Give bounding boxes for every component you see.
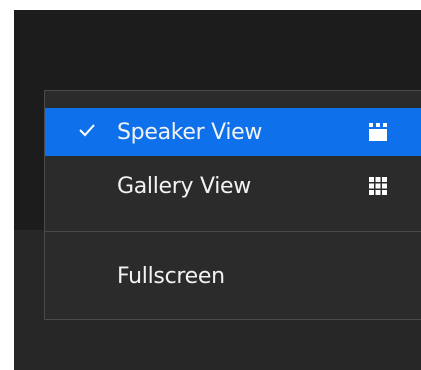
menu-item-label: Fullscreen — [117, 263, 225, 289]
menu-item-gallery-view[interactable]: Gallery View — [45, 165, 421, 207]
menu-item-label: Gallery View — [117, 173, 251, 199]
menu-item-fullscreen[interactable]: Fullscreen — [45, 251, 421, 301]
menu-item-label: Speaker View — [117, 119, 263, 145]
check-icon — [77, 119, 97, 141]
screenshot-stage: Speaker View Gallery View Fullscreen — [0, 0, 421, 370]
view-menu: Speaker View Gallery View Fullscreen — [44, 90, 421, 320]
speaker-view-icon — [367, 121, 389, 143]
menu-divider — [45, 231, 421, 232]
menu-item-speaker-view[interactable]: Speaker View — [45, 108, 421, 156]
gallery-view-icon — [367, 175, 389, 197]
